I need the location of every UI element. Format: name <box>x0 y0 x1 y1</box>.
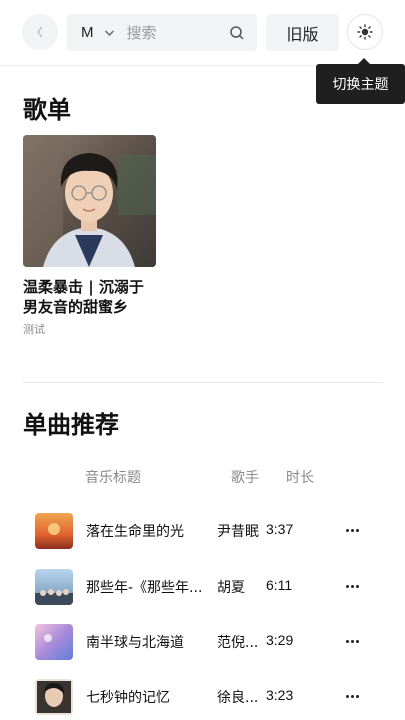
column-header-artist: 歌手 <box>231 470 259 486</box>
more-icon[interactable] <box>340 575 364 597</box>
more-icon[interactable] <box>340 685 364 707</box>
song-duration: 3:37 <box>266 521 294 537</box>
song-cover[interactable] <box>35 569 73 605</box>
song-title[interactable]: 南半球与北海道 <box>86 632 216 652</box>
old-version-button[interactable]: 旧版 <box>266 14 339 51</box>
table-row[interactable]: 七秒钟的记忆 徐良... 3:23 <box>0 679 405 719</box>
song-artist[interactable]: 尹昔眠 <box>217 521 265 541</box>
playlist-cover[interactable] <box>23 135 156 267</box>
song-title[interactable]: 那些年-《那些年... <box>86 577 216 597</box>
playlist-subtitle: 测试 <box>23 323 45 336</box>
sun-icon <box>357 24 373 40</box>
song-duration: 3:23 <box>266 687 294 703</box>
top-bar: M 旧版 <box>0 0 405 66</box>
song-artist[interactable]: 范倪... <box>217 632 265 652</box>
section-divider <box>23 382 383 383</box>
song-duration: 3:29 <box>266 632 294 648</box>
table-row[interactable]: 那些年-《那些年... 胡夏 6:11 <box>0 569 405 609</box>
search-icon[interactable] <box>229 25 245 41</box>
song-title[interactable]: 七秒钟的记忆 <box>86 687 216 707</box>
search-type-select[interactable]: M <box>81 24 94 41</box>
more-icon[interactable] <box>340 519 364 541</box>
song-title[interactable]: 落在生命里的光 <box>86 521 216 541</box>
playlist-name[interactable]: 温柔暴击 | 沉溺于男友音的甜蜜乡 <box>23 277 153 317</box>
song-duration: 6:11 <box>266 577 293 593</box>
table-row[interactable]: 南半球与北海道 范倪... 3:29 <box>0 624 405 664</box>
songs-section-title: 单曲推荐 <box>23 411 119 439</box>
song-artist[interactable]: 胡夏 <box>217 577 265 597</box>
chevron-down-icon[interactable] <box>104 29 115 37</box>
search-box: M <box>67 14 257 51</box>
column-header-title: 音乐标题 <box>85 470 141 486</box>
theme-toggle-button[interactable] <box>347 14 383 50</box>
theme-tooltip: 切换主题 <box>316 64 405 104</box>
playlist-section-title: 歌单 <box>23 96 71 124</box>
table-row[interactable]: 落在生命里的光 尹昔眠 3:37 <box>0 513 405 553</box>
column-header-duration: 时长 <box>286 470 314 486</box>
more-icon[interactable] <box>340 630 364 652</box>
back-button[interactable] <box>22 14 58 50</box>
song-cover[interactable] <box>35 513 73 549</box>
chevron-left-icon <box>36 26 43 38</box>
song-artist[interactable]: 徐良... <box>217 687 265 707</box>
search-input[interactable] <box>126 23 207 42</box>
song-cover[interactable] <box>35 624 73 660</box>
song-cover[interactable] <box>35 679 73 715</box>
playlist-card[interactable]: 温柔暴击 | 沉溺于男友音的甜蜜乡 测试 <box>23 135 156 337</box>
